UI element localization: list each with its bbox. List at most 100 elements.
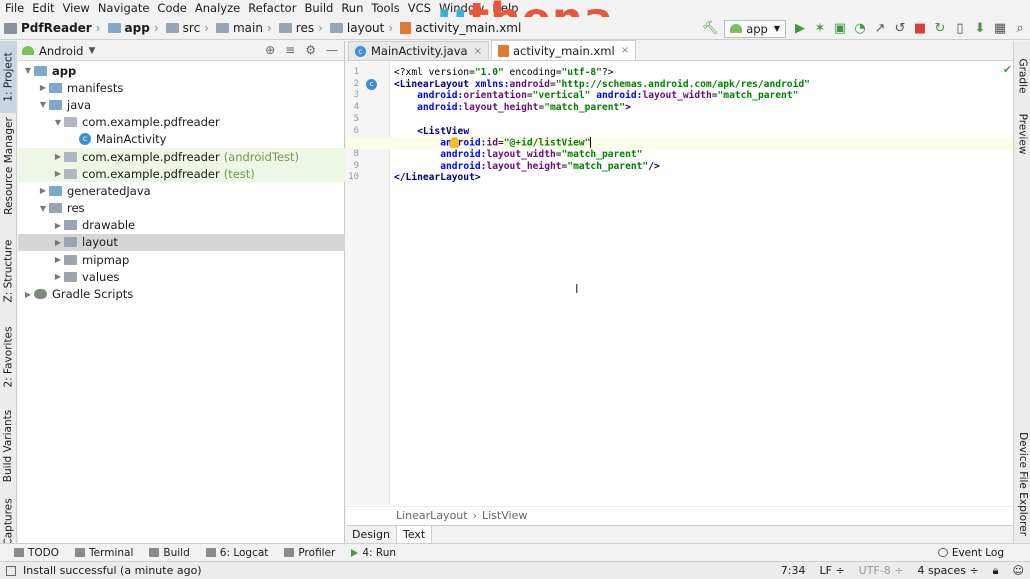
menu-vcs[interactable]: VCS: [404, 0, 435, 16]
chevron-right-icon[interactable]: ▶: [52, 238, 64, 247]
chevron-right-icon[interactable]: ▶: [52, 272, 64, 281]
editor-breadcrumb-item[interactable]: ListView: [482, 509, 527, 522]
run-configuration-select[interactable]: app ▼: [724, 19, 786, 38]
menu-edit[interactable]: Edit: [28, 0, 58, 16]
tab-captures[interactable]: Captures: [0, 498, 17, 545]
menu-tools[interactable]: Tools: [367, 0, 403, 16]
menu-code[interactable]: Code: [153, 0, 190, 16]
inspector-icon[interactable]: ☺: [1013, 564, 1024, 577]
menu-view[interactable]: View: [59, 0, 94, 16]
chevron-right-icon[interactable]: ▶: [52, 255, 64, 264]
run-button[interactable]: 4: Run: [343, 547, 404, 559]
panel-toggle-icon[interactable]: [6, 565, 16, 576]
menu-run[interactable]: Run: [337, 0, 367, 16]
hammer-icon[interactable]: 🔨︎: [700, 19, 720, 39]
close-icon[interactable]: ×: [474, 46, 482, 57]
tree-item[interactable]: ▶ generatedJava: [18, 182, 345, 199]
tree-item[interactable]: ▶ mipmap: [18, 251, 345, 268]
editor-tab[interactable]: c MainActivity.java ×: [348, 41, 489, 60]
chevron-right-icon[interactable]: ▶: [37, 186, 49, 195]
stop-icon[interactable]: ■: [910, 19, 930, 39]
profiler-button[interactable]: Profiler: [276, 547, 343, 559]
breadcrumb-item[interactable]: app ›: [104, 21, 162, 35]
attach-icon[interactable]: ↗: [870, 19, 890, 39]
logcat-button[interactable]: 6: Logcat: [198, 547, 277, 559]
debug-icon[interactable]: ✶: [810, 19, 830, 39]
tab-favorites[interactable]: 2: Favorites: [0, 321, 17, 393]
tree-item[interactable]: ▼ com.example.pdfreader: [18, 114, 345, 131]
build-button[interactable]: Build: [141, 547, 197, 559]
tab-gradle[interactable]: Gradle: [1014, 51, 1030, 101]
apply-changes-icon[interactable]: ↺: [890, 19, 910, 39]
tree-item[interactable]: ▼ res: [18, 200, 345, 217]
tree-item[interactable]: ▶ Gradle Scripts: [18, 285, 345, 302]
menu-file[interactable]: File: [0, 0, 28, 16]
chevron-right-icon[interactable]: ▶: [37, 83, 49, 92]
tree-item[interactable]: ▶ com.example.pdfreader (test): [18, 165, 345, 183]
breadcrumb-item[interactable]: main ›: [212, 21, 275, 35]
close-icon[interactable]: ×: [621, 45, 629, 56]
todo-button[interactable]: TODO: [0, 547, 67, 559]
tree-item[interactable]: ▶ drawable: [18, 217, 345, 234]
minimize-icon[interactable]: —: [326, 43, 338, 57]
code-token: layout_height: [463, 102, 539, 114]
tab-structure[interactable]: Z: Structure: [0, 231, 17, 311]
tree-item[interactable]: ▶ manifests: [18, 79, 345, 96]
menu-navigate[interactable]: Navigate: [94, 0, 154, 16]
project-view-select[interactable]: Android: [39, 44, 83, 58]
run-icon[interactable]: ▶: [790, 19, 810, 39]
tab-design[interactable]: Design: [346, 526, 396, 543]
chevron-right-icon[interactable]: ▶: [52, 221, 64, 230]
tree-item[interactable]: c MainActivity: [18, 131, 345, 148]
profile-icon[interactable]: ◔: [850, 19, 870, 39]
avd-icon[interactable]: ▯: [950, 19, 970, 39]
coverage-icon[interactable]: ▣: [830, 19, 850, 39]
caret-position[interactable]: 7:34: [781, 564, 806, 577]
tree-item[interactable]: ▼ app: [18, 62, 345, 79]
collapse-all-icon[interactable]: ≡: [285, 43, 295, 57]
breadcrumb-item[interactable]: res ›: [275, 21, 326, 35]
line-separator[interactable]: LF ÷: [820, 564, 845, 577]
menu-build[interactable]: Build: [300, 0, 337, 16]
chevron-down-icon[interactable]: ▼: [37, 204, 49, 213]
tree-item[interactable]: ▶ values: [18, 268, 345, 285]
chevron-right-icon[interactable]: ▶: [22, 290, 34, 299]
event-log-button[interactable]: Event Log: [930, 547, 1012, 559]
lightbulb-icon[interactable]: [450, 137, 459, 149]
tree-item[interactable]: ▶ layout: [18, 233, 345, 252]
gear-icon[interactable]: ⚙: [305, 43, 316, 57]
breadcrumb-item[interactable]: src ›: [162, 21, 212, 35]
tab-build-variants[interactable]: Build Variants: [0, 406, 17, 486]
chevron-down-icon[interactable]: ▼: [37, 100, 49, 109]
tree-item[interactable]: ▶ com.example.pdfreader (androidTest): [18, 147, 345, 166]
lock-icon[interactable]: 🔒︎: [993, 564, 999, 578]
sdk-icon[interactable]: ⬇: [970, 19, 990, 39]
terminal-button[interactable]: Terminal: [67, 547, 141, 559]
locate-icon[interactable]: ⊕: [265, 43, 275, 57]
tab-text[interactable]: Text: [395, 526, 433, 543]
chevron-down-icon[interactable]: ▼: [88, 46, 95, 56]
tree-item[interactable]: ▼ java: [18, 96, 345, 113]
editor-tab[interactable]: activity_main.xml ×: [490, 40, 637, 60]
main-toolbar: 🔨︎ app ▼ ▶ ✶ ▣ ◔ ↗ ↺ ■ ↻ ▯ ⬇ ▦ ⌕: [700, 17, 1030, 40]
search-icon[interactable]: ⌕: [1010, 19, 1030, 39]
layout-class-icon[interactable]: c: [366, 78, 377, 90]
layout-inspector-icon[interactable]: ▦: [990, 19, 1010, 39]
chevron-down-icon[interactable]: ▼: [52, 118, 64, 127]
breadcrumb-item[interactable]: layout ›: [326, 21, 396, 35]
sync-icon[interactable]: ↻: [930, 19, 950, 39]
tab-device-file-explorer[interactable]: Device File Explorer: [1014, 431, 1030, 536]
editor-breadcrumb-item[interactable]: LinearLayout: [396, 509, 468, 522]
breadcrumb-item[interactable]: PdfReader ›: [0, 21, 104, 35]
tab-preview[interactable]: Preview: [1014, 109, 1030, 159]
menu-refactor[interactable]: Refactor: [244, 0, 300, 16]
indent-setting[interactable]: 4 spaces ÷: [917, 564, 978, 577]
chevron-right-icon[interactable]: ▶: [52, 152, 64, 161]
tab-resource-manager[interactable]: Resource Manager: [0, 117, 17, 215]
chevron-right-icon[interactable]: ▶: [52, 169, 64, 178]
menu-analyze[interactable]: Analyze: [191, 0, 244, 16]
file-encoding[interactable]: UTF-8 ÷: [859, 564, 904, 577]
breadcrumb-item[interactable]: activity_main.xml: [396, 21, 521, 35]
chevron-down-icon[interactable]: ▼: [22, 66, 34, 75]
tab-project[interactable]: 1: Project: [0, 41, 17, 113]
